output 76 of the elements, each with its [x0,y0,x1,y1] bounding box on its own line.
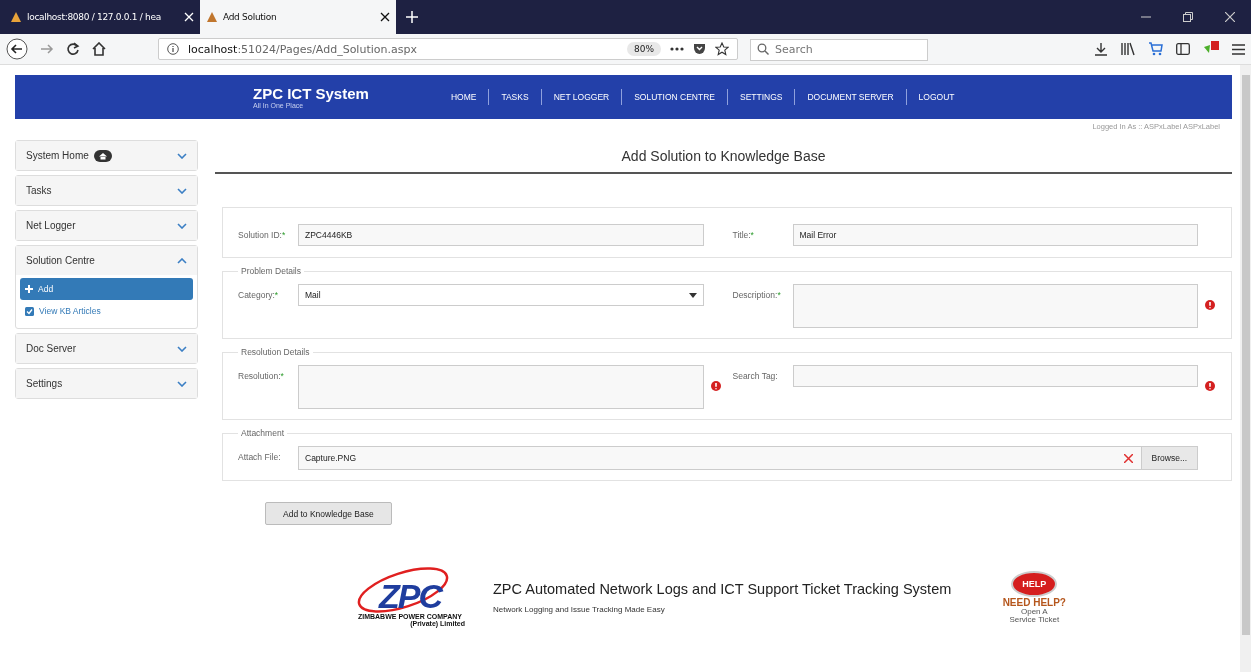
menu-icon[interactable] [1232,43,1245,55]
field-label: Category:* [238,289,280,300]
browser-tab[interactable]: Add Solution [200,0,396,34]
sidebar-item[interactable]: Settings [16,369,197,398]
url-text: localhost:51024/Pages/Add_Solution.aspx [188,42,417,56]
home-icon [93,149,112,162]
field-label: Title:* [732,229,755,240]
chevron-icon [177,345,187,352]
add-to-knowledge-base-button[interactable]: Add to Knowledge Base [265,502,392,525]
text-field[interactable]: ZPC4446KB [298,224,704,246]
browser-tab[interactable]: localhost:8080 / 127.0.0.1 / hea [4,0,200,34]
page-title: Add Solution to Knowledge Base [215,140,1232,174]
sidebar-item[interactable]: Doc Server [16,334,197,363]
nav-link[interactable]: HOME [438,92,489,102]
sidebar-item[interactable]: Solution Centre [16,246,197,275]
section-legend: Attachment [238,428,287,438]
library-icon[interactable] [1120,42,1136,56]
restore-icon[interactable] [1183,12,1193,22]
chevron-icon [177,187,187,194]
dropdown[interactable]: Mail [298,284,704,306]
cart-icon[interactable] [1148,42,1164,56]
text-field[interactable]: Mail Error [792,224,1198,246]
text-field[interactable] [792,365,1198,387]
field-label: Resolution:* [238,370,285,381]
info-icon [167,43,179,55]
file-field[interactable]: Capture.PNG Browse... [298,446,1198,470]
reload-icon[interactable] [66,42,80,56]
field-label: Attach File: [238,451,282,462]
tab-title: localhost:8080 / 127.0.0.1 / hea [27,12,162,22]
checkbox-icon [25,306,34,316]
nav-link[interactable]: LOGOUT [906,92,967,102]
zoom-level[interactable]: 80% [627,42,661,56]
download-icon[interactable] [1094,42,1108,56]
home-icon[interactable] [92,42,106,56]
shield-icon[interactable] [693,43,706,55]
chevron-icon [177,380,187,387]
star-icon[interactable] [715,42,729,56]
sidebar-item[interactable]: Net Logger [16,211,197,240]
nav-link[interactable]: TASKS [489,92,541,102]
close-icon[interactable] [380,12,390,22]
address-bar[interactable]: localhost:51024/Pages/Add_Solution.aspx 80% [158,38,738,60]
site-title[interactable]: ZPC ICT System [253,85,369,102]
sidebar-item[interactable]: System Home [16,141,197,170]
footer-tagline: Network Logging and Issue Tracking Made Easy [493,604,666,614]
chevron-icon [177,222,187,229]
nav-link[interactable]: SOLUTION CENTRE [622,92,727,102]
tab-favicon-icon [10,11,22,23]
section-legend: Problem Details [238,266,304,276]
submenu-item[interactable]: View KB Articles [20,300,193,322]
field-label: Search Tag: [732,370,779,381]
caret-icon [688,292,697,298]
nav-link[interactable]: SETTINGS [727,92,795,102]
field-label: Solution ID:* [238,229,287,240]
plus-icon [25,285,33,293]
more-icon[interactable] [670,47,684,51]
search-field[interactable]: Search [750,38,928,61]
chevron-icon [177,257,187,264]
field-label: Description:* [732,289,782,300]
browse-button[interactable]: Browse... [1140,447,1197,469]
nav-link[interactable]: NET LOGGER [541,92,622,102]
chevron-icon [177,152,187,159]
sidebar-item[interactable]: Tasks [16,176,197,205]
tab-title: Add Solution [223,12,278,22]
footer-title: ZPC Automated Network Logs and ICT Support Ticket Tracking System [493,580,952,597]
search-icon [757,43,769,55]
submenu-item[interactable]: Add [20,278,193,300]
section-legend: Resolution Details [238,347,313,357]
back-icon[interactable] [6,38,28,60]
tab-favicon-icon [206,11,218,23]
sidebar-icon[interactable] [1176,43,1190,55]
help-link[interactable]: HELP NEED HELP? Open A Service Ticket [991,570,1078,624]
plus-icon[interactable] [406,11,418,23]
forward-icon[interactable] [40,42,54,56]
nav-link[interactable]: DOCUMENT SERVER [795,92,906,102]
scrollbar[interactable] [1240,65,1251,672]
clear-icon[interactable] [1123,453,1133,463]
